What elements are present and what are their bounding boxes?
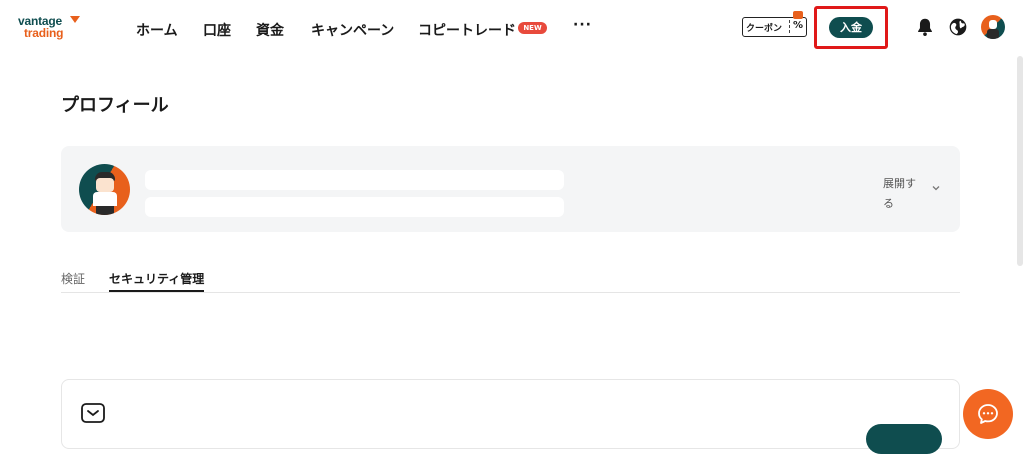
avatar-body xyxy=(987,29,999,39)
logo-text-line2: trading xyxy=(24,26,64,40)
card-action-button[interactable] xyxy=(866,424,942,454)
nav-copy-trade[interactable]: コピートレード xyxy=(418,20,516,40)
percent-icon: % xyxy=(792,20,803,31)
avatar-face xyxy=(989,20,997,29)
bell-icon[interactable] xyxy=(914,16,936,38)
vantage-trading-logo[interactable]: vantage trading xyxy=(18,14,80,42)
profile-avatar xyxy=(79,164,130,215)
user-avatar[interactable] xyxy=(981,15,1005,39)
tab-verification[interactable]: 検証 xyxy=(61,270,85,287)
nav-funds[interactable]: 資金 xyxy=(256,20,284,40)
profile-name-placeholder xyxy=(145,170,564,190)
avatar-legs xyxy=(96,206,114,215)
tab-divider xyxy=(61,292,960,293)
tab-security-management[interactable]: セキュリティ管理 xyxy=(109,270,204,287)
coupon-divider xyxy=(789,20,790,33)
deposit-button[interactable]: 入金 xyxy=(829,17,873,38)
new-badge: NEW xyxy=(518,22,547,34)
more-icon[interactable]: ··· xyxy=(573,17,592,33)
avatar-face xyxy=(96,178,114,192)
mail-icon xyxy=(81,403,105,423)
avatar-shirt xyxy=(93,192,117,206)
nav-account[interactable]: 口座 xyxy=(203,20,231,40)
profile-detail-placeholder xyxy=(145,197,564,217)
expand-toggle-label[interactable]: 展開する xyxy=(883,174,917,214)
nav-campaign[interactable]: キャンペーン xyxy=(311,20,394,40)
chat-icon[interactable] xyxy=(977,403,999,425)
logo-mark-icon xyxy=(70,16,80,23)
profile-card: 展開する xyxy=(61,146,960,232)
nav-home[interactable]: ホーム xyxy=(136,20,178,40)
top-nav: vantage trading ホーム 口座 資金 キャンペーン コピートレード… xyxy=(0,0,1024,58)
page-scrollbar[interactable] xyxy=(1017,56,1023,266)
gift-icon xyxy=(793,11,803,19)
page-title: プロフィール xyxy=(61,95,169,116)
coupon-button[interactable]: クーポン % xyxy=(742,11,807,37)
chevron-down-icon[interactable] xyxy=(931,183,941,193)
email-security-card xyxy=(61,379,960,449)
globe-icon[interactable] xyxy=(948,17,968,37)
coupon-label: クーポン xyxy=(746,24,783,34)
